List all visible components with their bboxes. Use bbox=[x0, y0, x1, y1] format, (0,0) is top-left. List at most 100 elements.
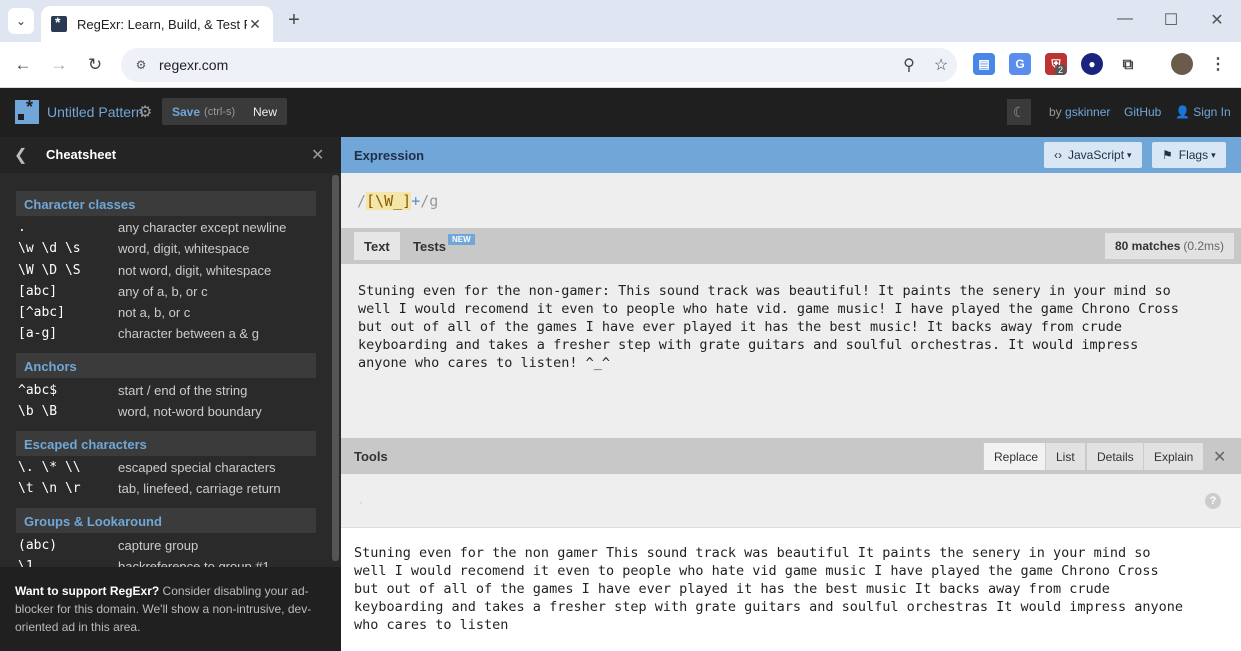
replace-input[interactable]: · ? bbox=[341, 474, 1241, 528]
help-icon[interactable]: ? bbox=[1205, 493, 1221, 509]
cheat-row[interactable]: \. \* \\ escaped special characters bbox=[18, 460, 318, 480]
back-icon[interactable]: ← bbox=[12, 54, 34, 76]
cheatsheet-sidebar: ❮ Cheatsheet ✕ Character classes . any ch… bbox=[0, 137, 341, 651]
cheat-token: ^abc$ bbox=[18, 383, 58, 398]
regexr-logo[interactable] bbox=[15, 97, 39, 124]
cheat-row[interactable]: \1 backreference to group #1 bbox=[18, 559, 318, 567]
signin-link[interactable]: 👤 Sign In bbox=[1175, 105, 1231, 119]
text-bar: Text Tests NEW 80 matches (0.2ms) bbox=[341, 228, 1241, 264]
tools-bar: Tools Replace List Details Explain ✕ bbox=[341, 438, 1241, 474]
cheat-token: \. \* \\ bbox=[18, 460, 81, 475]
result-line: well I would recomend it even to people … bbox=[354, 563, 1159, 579]
site-info-icon[interactable]: ⚙ bbox=[131, 55, 151, 75]
bookmark-star-icon[interactable]: ☆ bbox=[925, 55, 957, 75]
section-anchors[interactable]: Anchors bbox=[16, 353, 316, 378]
section-character-classes[interactable]: Character classes bbox=[16, 191, 316, 216]
close-sidebar-icon[interactable]: ✕ bbox=[311, 145, 324, 165]
cheat-row[interactable]: ^abc$ start / end of the string bbox=[18, 383, 318, 403]
support-message: Want to support RegExr? Consider disabli… bbox=[0, 567, 341, 651]
cheat-desc: backreference to group #1 bbox=[118, 559, 270, 567]
section-escaped-characters[interactable]: Escaped characters bbox=[16, 431, 316, 456]
github-link[interactable]: GitHub bbox=[1124, 105, 1161, 119]
cheat-token: \W \D \S bbox=[18, 263, 81, 278]
minimize-icon[interactable]: — bbox=[1115, 10, 1135, 28]
tab-explain[interactable]: Explain bbox=[1143, 443, 1204, 470]
forward-icon[interactable]: → bbox=[48, 54, 70, 76]
close-tools-icon[interactable]: ✕ bbox=[1213, 447, 1226, 467]
new-button[interactable]: New bbox=[243, 98, 288, 125]
tab-search-button[interactable]: ⌄ bbox=[8, 8, 34, 34]
translate-extension-icon[interactable]: G bbox=[1009, 53, 1031, 75]
save-button[interactable]: Save (ctrl-s) bbox=[162, 98, 246, 125]
user-icon: 👤 bbox=[1175, 105, 1190, 119]
regexr-favicon bbox=[51, 14, 67, 32]
tab-replace[interactable]: Replace bbox=[983, 443, 1049, 470]
code-icon: ‹› bbox=[1054, 148, 1062, 162]
sidebar-scrollbar[interactable] bbox=[332, 175, 339, 561]
cheat-token: \1 bbox=[18, 559, 34, 567]
result-line: but out of all of the games I have ever … bbox=[354, 581, 1110, 597]
browser-menu-icon[interactable]: ⋮ bbox=[1207, 53, 1229, 75]
url-text: regexr.com bbox=[159, 57, 229, 73]
theme-toggle-icon[interactable]: ☾ bbox=[1007, 99, 1031, 125]
new-tab-button[interactable]: + bbox=[283, 9, 305, 31]
flag-icon: ⚑ bbox=[1162, 148, 1173, 162]
cheat-token: \b \B bbox=[18, 404, 58, 419]
flavor-dropdown[interactable]: ‹› JavaScript ▾ bbox=[1044, 142, 1142, 168]
cheat-desc: escaped special characters bbox=[118, 460, 276, 475]
address-bar[interactable]: ⚙ regexr.com ⚲ ☆ bbox=[121, 48, 957, 82]
tab-list[interactable]: List bbox=[1045, 443, 1085, 470]
replace-value: · bbox=[359, 495, 363, 509]
profile-avatar[interactable] bbox=[1171, 53, 1193, 75]
author-name: gskinner bbox=[1065, 105, 1111, 119]
expression-input[interactable]: /[\W_]+/g bbox=[357, 192, 438, 210]
extension-docs-icon[interactable]: ▤ bbox=[973, 53, 995, 75]
new-badge: NEW bbox=[448, 234, 475, 245]
cheat-desc: tab, linefeed, carriage return bbox=[118, 481, 281, 496]
globe-extension-icon[interactable]: ● bbox=[1081, 53, 1103, 75]
flags-label: Flags bbox=[1178, 148, 1209, 162]
flavor-label: JavaScript bbox=[1068, 148, 1125, 162]
browser-tab[interactable]: RegExr: Learn, Build, & Test Reg ✕ bbox=[41, 6, 273, 42]
close-window-icon[interactable]: ✕ bbox=[1207, 10, 1227, 30]
cheat-row[interactable]: \b \B word, not-word boundary bbox=[18, 404, 318, 424]
flags-dropdown[interactable]: ⚑ Flags ▾ bbox=[1152, 142, 1226, 168]
chevron-down-icon: ▾ bbox=[1127, 149, 1132, 160]
replace-result: Stuning even for the non gamer This soun… bbox=[341, 528, 1241, 651]
cheat-row[interactable]: [^abc] not a, b, or c bbox=[18, 305, 318, 325]
cheat-row[interactable]: (abc) capture group bbox=[18, 538, 318, 558]
result-line: Stuning even for the non gamer This soun… bbox=[354, 545, 1151, 561]
match-time: (0.2ms) bbox=[1183, 239, 1225, 253]
cheat-row[interactable]: \w \d \s word, digit, whitespace bbox=[18, 241, 318, 261]
signin-label: Sign In bbox=[1193, 105, 1231, 119]
test-text-area[interactable]: Stuning even for the non-gamer: This sou… bbox=[358, 282, 1238, 372]
cheat-token: \t \n \r bbox=[18, 481, 81, 496]
section-groups-lookaround[interactable]: Groups & Lookaround bbox=[16, 508, 316, 533]
author-link[interactable]: by gskinner bbox=[1049, 105, 1110, 119]
pattern-name[interactable]: Untitled Pattern bbox=[47, 104, 144, 120]
gear-icon[interactable]: ⚙ bbox=[138, 102, 152, 122]
zoom-icon[interactable]: ⚲ bbox=[893, 55, 925, 75]
cheat-desc: start / end of the string bbox=[118, 383, 248, 398]
reload-icon[interactable]: ↻ bbox=[84, 54, 106, 76]
tab-text[interactable]: Text bbox=[354, 232, 400, 260]
chevron-down-icon: ▾ bbox=[1211, 149, 1216, 160]
maximize-icon[interactable]: ☐ bbox=[1161, 10, 1181, 30]
close-tab-icon[interactable]: ✕ bbox=[247, 16, 263, 33]
text-line: keyboarding and takes a fresher step wit… bbox=[358, 337, 1139, 353]
back-arrow-icon[interactable]: ❮ bbox=[14, 145, 27, 165]
cheat-desc: not word, digit, whitespace bbox=[118, 263, 272, 278]
cheat-row[interactable]: \W \D \S not word, digit, whitespace bbox=[18, 263, 318, 283]
result-line: keyboarding and takes a fresher step wit… bbox=[354, 599, 1184, 615]
cheat-token: [abc] bbox=[18, 284, 58, 299]
text-line: anyone who cares to listen! ^_^ bbox=[358, 355, 610, 371]
tab-title: RegExr: Learn, Build, & Test Reg bbox=[77, 16, 247, 32]
cheat-row[interactable]: [a-g] character between a & g bbox=[18, 326, 318, 346]
cheat-token: \w \d \s bbox=[18, 241, 81, 256]
cheat-row[interactable]: . any character except newline bbox=[18, 220, 318, 240]
cheat-row[interactable]: \t \n \r tab, linefeed, carriage return bbox=[18, 481, 318, 501]
cheat-row[interactable]: [abc] any of a, b, or c bbox=[18, 284, 318, 304]
tab-details[interactable]: Details bbox=[1086, 443, 1144, 470]
cheat-token: [a-g] bbox=[18, 326, 58, 341]
puzzle-extensions-icon[interactable]: ⧉ bbox=[1117, 53, 1139, 75]
